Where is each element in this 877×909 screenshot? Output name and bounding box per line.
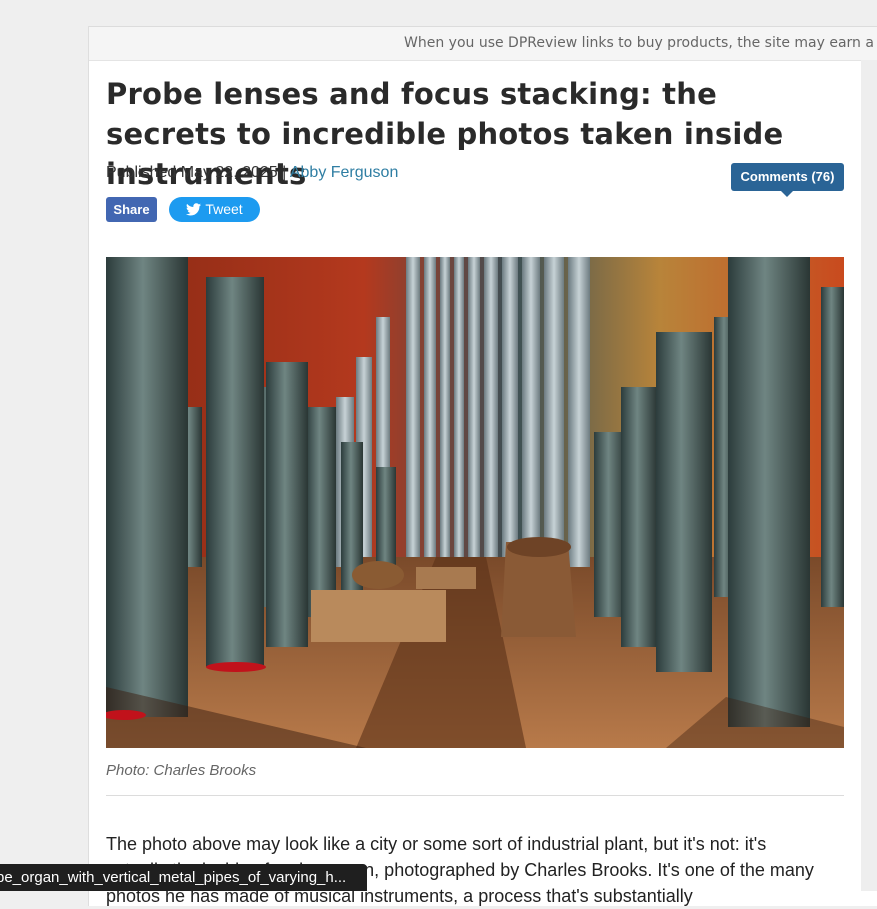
tweet-button[interactable]: Tweet <box>169 197 260 222</box>
comments-button[interactable]: Comments (76) <box>731 163 844 197</box>
affiliate-disclaimer-text: When you use DPReview links to buy produ… <box>404 35 877 51</box>
pipe-organ-photo <box>106 257 844 748</box>
page-gutter <box>861 60 877 891</box>
status-link-text: pe_organ_with_vertical_metal_pipes_of_va… <box>0 869 347 886</box>
article-hero-photo[interactable] <box>106 257 844 748</box>
photo-caption: Photo: Charles Brooks <box>106 762 257 779</box>
twitter-bird-icon <box>186 203 202 216</box>
article-meta: Published May 22, 2025 | Abby Ferguson <box>106 164 398 182</box>
tweet-label: Tweet <box>205 201 243 217</box>
author-link[interactable]: Abby Ferguson <box>290 164 399 181</box>
link-status-tooltip: pe_organ_with_vertical_metal_pipes_of_va… <box>0 864 367 891</box>
affiliate-disclaimer-bar: When you use DPReview links to buy produ… <box>89 26 877 61</box>
body-line-1: The photo above may look like a city or … <box>106 834 767 854</box>
caption-divider <box>106 795 844 796</box>
facebook-share-button[interactable]: Share <box>106 197 157 222</box>
published-date: Published May 22, 2025 | <box>106 164 290 181</box>
